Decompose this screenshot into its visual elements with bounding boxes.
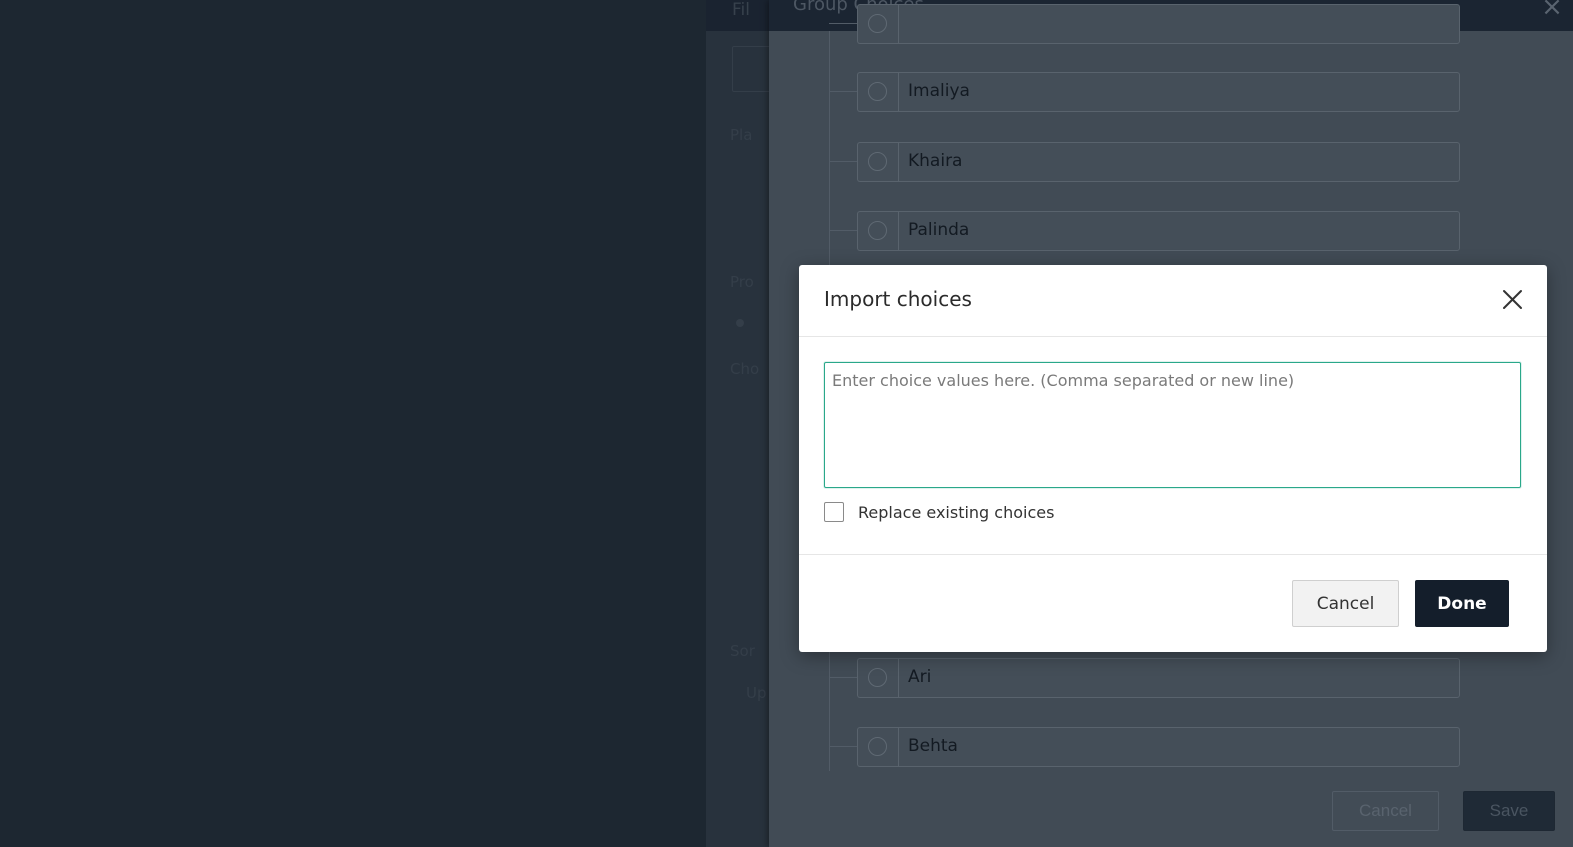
underlying-label-2: Pro (730, 273, 754, 291)
underlying-label-1: Pla (730, 126, 753, 144)
choice-radio-cell (857, 142, 898, 182)
underlying-label-3: Cho (730, 360, 760, 378)
replace-existing-label: Replace existing choices (858, 502, 1055, 522)
choice-radio-cell (857, 211, 898, 251)
radio-icon[interactable] (868, 14, 887, 33)
underlying-panel: Fil Pla Pro Cho Sor Up (706, 0, 794, 847)
choice-input[interactable]: Khaira (898, 142, 1460, 182)
choice-item: Khaira (829, 142, 1461, 182)
choice-input[interactable]: Palinda (898, 211, 1460, 251)
drawer-save-button[interactable]: Save (1463, 791, 1555, 831)
underlying-label-5: Up (746, 684, 767, 702)
drawer-close-icon[interactable]: × (1539, 0, 1565, 22)
underlying-radio-dot (736, 319, 744, 327)
page-backdrop (0, 0, 706, 847)
choice-input[interactable]: Imaliya (898, 72, 1460, 112)
underlying-panel-title: Fil (732, 0, 750, 20)
radio-icon[interactable] (868, 152, 887, 171)
choice-radio-cell (857, 72, 898, 112)
choice-label: Palinda (908, 220, 970, 240)
close-icon[interactable] (1498, 285, 1528, 315)
choice-radio-cell (857, 727, 898, 767)
choice-item: Imaliya (829, 72, 1461, 112)
radio-icon[interactable] (868, 668, 887, 687)
underlying-label-4: Sor (730, 642, 755, 660)
choice-item: Ari (829, 658, 1461, 698)
radio-icon[interactable] (868, 82, 887, 101)
choice-label: Behta (908, 736, 958, 756)
import-choices-modal: Import choices Replace existing choices … (799, 265, 1547, 652)
choice-input[interactable]: Ari (898, 658, 1460, 698)
modal-footer-divider (799, 554, 1547, 555)
radio-icon[interactable] (868, 737, 887, 756)
replace-existing-checkbox[interactable] (824, 502, 844, 522)
choice-label: Imaliya (908, 81, 970, 101)
radio-icon[interactable] (868, 221, 887, 240)
choice-radio-cell (857, 4, 898, 44)
choice-item: Behta (829, 727, 1461, 767)
drawer-cancel-button[interactable]: Cancel (1332, 791, 1439, 831)
underlying-panel-header: Fil (706, 0, 776, 31)
modal-header: Import choices (799, 265, 1547, 337)
choice-label: Khaira (908, 151, 963, 171)
choice-item: Palinda (829, 211, 1461, 251)
choice-item (829, 4, 1461, 44)
choice-values-textarea[interactable] (824, 362, 1521, 488)
choice-radio-cell (857, 658, 898, 698)
done-button[interactable]: Done (1415, 580, 1509, 627)
choice-input[interactable] (898, 4, 1460, 44)
modal-title: Import choices (824, 287, 972, 311)
replace-existing-checkbox-row[interactable]: Replace existing choices (824, 500, 1054, 524)
cancel-button[interactable]: Cancel (1292, 580, 1399, 627)
choice-input[interactable]: Behta (898, 727, 1460, 767)
choice-label: Ari (908, 667, 932, 687)
